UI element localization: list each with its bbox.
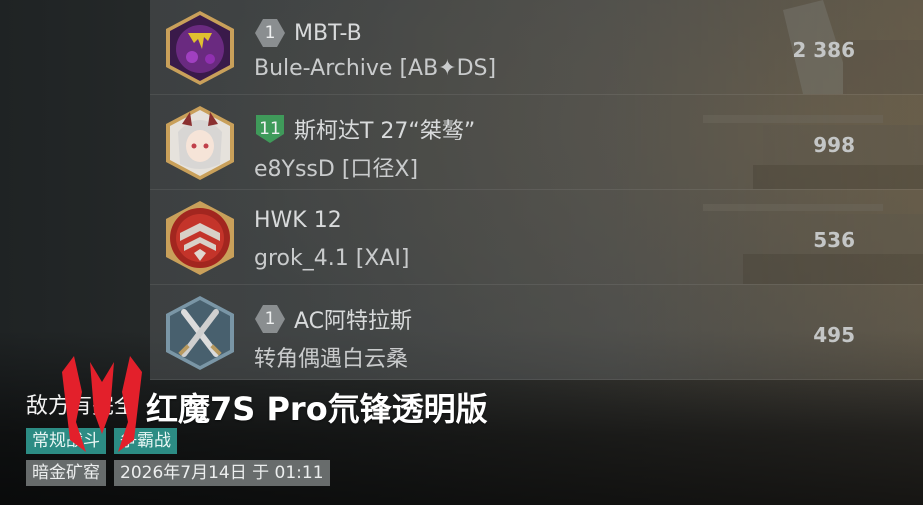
player-line-1: HWK 12 — [254, 208, 342, 233]
vehicle-name: HWK 12 — [254, 208, 342, 233]
player-line-1: 1 MBT-B — [254, 18, 362, 48]
player-name: grok_4.1 [XAI] — [254, 246, 410, 271]
player-name: e8YssD [口径X] — [254, 157, 419, 182]
red-magic-logo-icon — [62, 356, 142, 452]
device-watermark: 红魔7S Pro氘锋透明版 — [146, 390, 488, 428]
rank-value: 1 — [264, 309, 276, 329]
player-score: 536 — [813, 228, 855, 252]
map-name: 暗金矿窑 — [26, 460, 106, 486]
player-score: 495 — [813, 323, 855, 347]
battle-meta: 暗金矿窑 2026年7月14日 于 01:11 — [26, 460, 330, 486]
red-chevron-emblem-icon — [166, 201, 234, 275]
tank-art-icon — [703, 204, 923, 284]
crossed-swords-emblem-icon — [166, 296, 234, 370]
player-name: Bule-Archive [AB✦DS] — [254, 56, 497, 81]
player-list: 1 MBT-B Bule-Archive [AB✦DS] 2 386 11 斯柯… — [150, 0, 923, 380]
rank-value: 11 — [259, 119, 281, 139]
vehicle-name: MBT-B — [294, 20, 362, 46]
tank-art-icon — [703, 115, 923, 189]
battle-datetime: 2026年7月14日 于 01:11 — [114, 460, 330, 486]
vehicle-name: 斯柯达T 27“桀骜” — [294, 119, 476, 144]
anime-girl-avatar-icon — [166, 106, 234, 180]
rank-badge: 1 — [254, 18, 286, 48]
rank-badge: 11 — [254, 114, 286, 144]
player-row[interactable]: 1 AC阿特拉斯 转角偶遇白云桑 495 — [150, 285, 923, 380]
player-score: 998 — [813, 133, 855, 157]
tank-art-icon — [783, 0, 923, 94]
rank-value: 1 — [264, 23, 276, 43]
player-row[interactable]: 11 斯柯达T 27“桀骜” e8YssD [口径X] 998 — [150, 95, 923, 190]
player-line-1: 11 斯柯达T 27“桀骜” — [254, 113, 475, 145]
rank-badge: 1 — [254, 304, 286, 334]
player-name: 转角偶遇白云桑 — [254, 347, 409, 372]
player-row[interactable]: 1 MBT-B Bule-Archive [AB✦DS] 2 386 — [150, 0, 923, 95]
vehicle-name: AC阿特拉斯 — [294, 309, 413, 334]
player-line-1: 1 AC阿特拉斯 — [254, 303, 412, 335]
purple-swirl-emblem-icon — [166, 11, 234, 85]
player-score: 2 386 — [792, 38, 855, 62]
player-row[interactable]: HWK 12 grok_4.1 [XAI] 536 — [150, 190, 923, 285]
